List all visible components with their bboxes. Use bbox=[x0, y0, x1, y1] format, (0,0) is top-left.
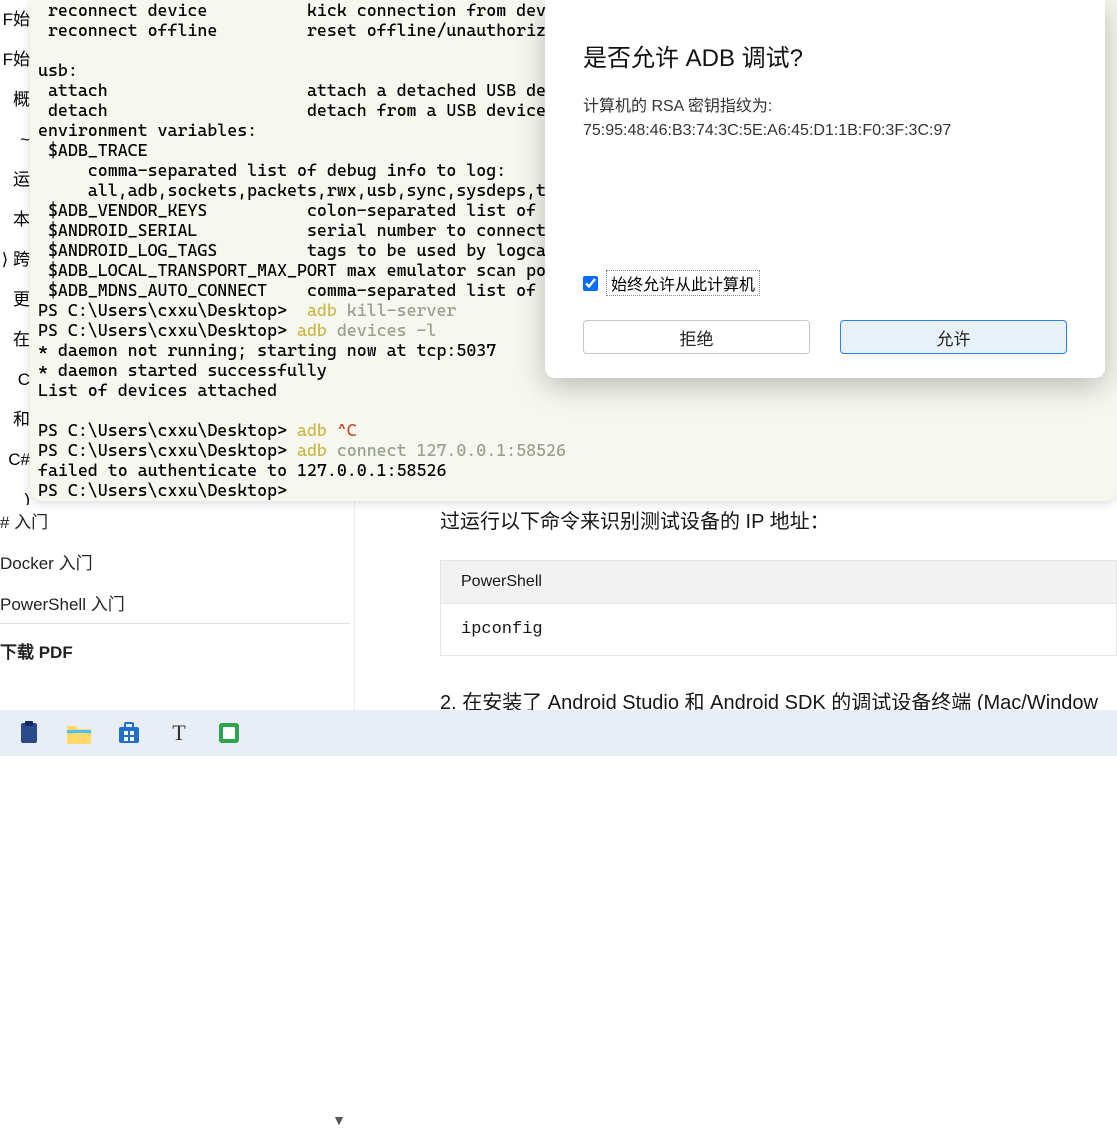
rsa-fingerprint-value: 75:95:48:46:B3:74:3C:5E:A6:45:D1:1B:F0:3… bbox=[583, 119, 1067, 143]
command-args: devices -l bbox=[327, 320, 437, 340]
taskbar-microsoft-store-icon[interactable] bbox=[116, 720, 142, 746]
sidebar-dropdown-icon[interactable]: ▼ bbox=[332, 1112, 346, 1128]
article-text: 过运行以下命令来识别测试设备的 IP 地址： bbox=[440, 505, 1117, 534]
command-adb: adb bbox=[297, 440, 327, 460]
command-args: connect 127.0.0.1:58526 bbox=[327, 440, 566, 460]
allow-button[interactable]: 允许 bbox=[840, 320, 1067, 354]
code-block-header: PowerShell bbox=[440, 560, 1117, 604]
command-args: kill-server bbox=[337, 300, 457, 320]
command-adb: adb bbox=[297, 420, 327, 440]
prompt: PS C:\Users\cxxu\Desktop> bbox=[38, 440, 297, 460]
command-adb: adb bbox=[297, 320, 327, 340]
code-block-body[interactable]: ipconfig bbox=[440, 604, 1117, 656]
windows-taskbar[interactable]: T bbox=[0, 710, 1117, 756]
command-interrupt: ^C bbox=[327, 420, 357, 440]
prompt: PS C:\Users\cxxu\Desktop> bbox=[38, 300, 307, 320]
prompt: PS C:\Users\cxxu\Desktop> bbox=[38, 420, 297, 440]
rsa-fingerprint-label: 计算机的 RSA 密钥指纹为: bbox=[583, 95, 1067, 119]
taskbar-app-clipboard-icon[interactable] bbox=[16, 720, 42, 746]
taskbar-text-app-icon[interactable]: T bbox=[166, 720, 192, 746]
taskbar-file-explorer-icon[interactable] bbox=[66, 720, 92, 746]
deny-button[interactable]: 拒绝 bbox=[583, 320, 810, 354]
dialog-title: 是否允许 ADB 调试? bbox=[583, 38, 1067, 73]
download-pdf-button[interactable]: 下载 PDF bbox=[0, 623, 350, 663]
terminal-output: * daemon not running; starting now at tc… bbox=[38, 340, 496, 360]
always-allow-checkbox[interactable] bbox=[583, 276, 598, 291]
left-gutter: F始F始概~ 运本⟩ 跨更在C 和C# ) bbox=[0, 0, 30, 505]
prompt: PS C:\Users\cxxu\Desktop> bbox=[38, 480, 297, 500]
sidebar-item-powershell-intro[interactable]: PowerShell 入门 bbox=[0, 582, 350, 623]
terminal-output: * daemon started successfully bbox=[38, 360, 327, 380]
sidebar-item-csharp-intro[interactable]: # 入门 bbox=[0, 500, 350, 541]
adb-debug-dialog: 是否允许 ADB 调试? 计算机的 RSA 密钥指纹为: 75:95:48:46… bbox=[545, 0, 1105, 378]
always-allow-label: 始终允许从此计算机 bbox=[606, 270, 760, 296]
command-adb: adb bbox=[307, 300, 337, 320]
terminal-output: failed to authenticate to 127.0.0.1:5852… bbox=[38, 460, 446, 480]
terminal-output: reconnect device kick connection from de… bbox=[38, 0, 556, 300]
sidebar-item-docker-intro[interactable]: Docker 入门 bbox=[0, 541, 350, 582]
prompt: PS C:\Users\cxxu\Desktop> bbox=[38, 320, 297, 340]
terminal-output: List of devices attached bbox=[38, 380, 277, 400]
taskbar-android-subsystem-icon[interactable] bbox=[216, 720, 242, 746]
article-content: 过运行以下命令来识别测试设备的 IP 地址： PowerShell ipconf… bbox=[440, 505, 1117, 715]
